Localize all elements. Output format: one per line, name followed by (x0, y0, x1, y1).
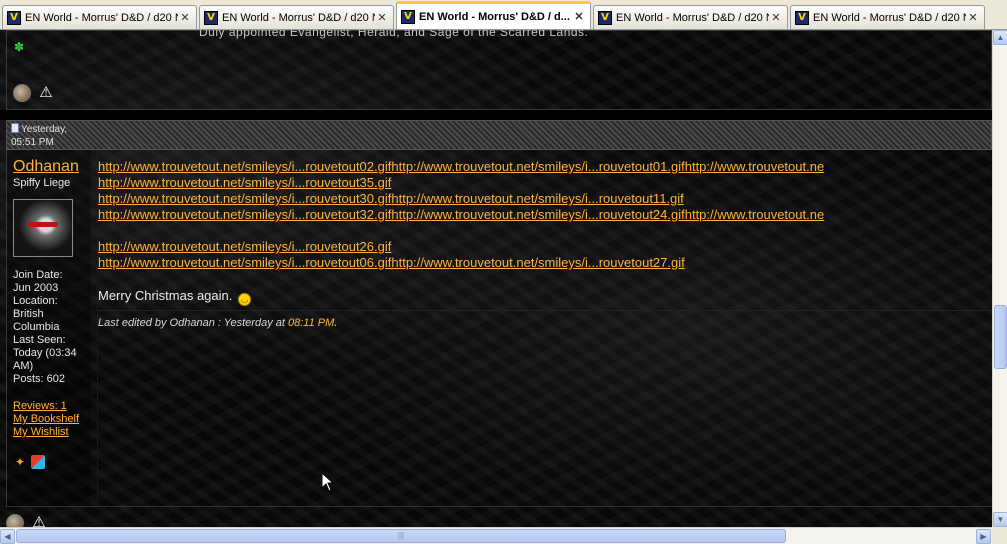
reputation-icon[interactable] (6, 514, 24, 527)
last-seen-label: Last Seen: (13, 334, 66, 346)
image-link[interactable]: http://www.trouvetout.net/smileys/i...ro… (98, 159, 824, 174)
previous-post-signature: Duly appointed Evangelist, Herald, and S… (199, 30, 589, 39)
image-link[interactable]: http://www.trouvetout.net/smileys/i...ro… (98, 207, 824, 222)
post-footer (6, 506, 992, 527)
scrollbar-corner (992, 527, 1007, 544)
user-avatar (13, 199, 73, 257)
user-title: Spiffy Liege (13, 177, 71, 189)
tab-label: EN World - Morrus' D&D / d20 Ne... (25, 11, 178, 24)
enworld-favicon-icon: V (7, 10, 21, 25)
user-stats: Join Date: Jun 2003 Location: British Co… (13, 269, 85, 386)
image-link[interactable]: http://www.trouvetout.net/smileys/i...ro… (98, 239, 391, 254)
enworld-favicon-icon: V (795, 10, 809, 25)
reputation-icon[interactable] (13, 84, 31, 102)
browser-tab-3[interactable]: V EN World - Morrus' D&D / d... ✕ (396, 1, 591, 29)
image-link[interactable]: http://www.trouvetout.net/smileys/i...ro… (98, 191, 684, 206)
scroll-left-icon[interactable]: ◀ (0, 529, 15, 544)
tab-label: EN World - Morrus' D&D / d20 Ne... (813, 11, 966, 24)
scroll-down-icon[interactable]: ▼ (993, 512, 1007, 527)
report-warning-icon[interactable]: ⚠ (30, 514, 48, 527)
message-links: http://www.trouvetout.net/smileys/i...ro… (98, 159, 992, 271)
tab-close-icon[interactable]: ✕ (572, 10, 586, 24)
location-value: British Columbia (13, 308, 60, 333)
browser-tab-2[interactable]: V EN World - Morrus' D&D / d20 Ne...✕ (199, 5, 394, 29)
scroll-up-icon[interactable]: ▲ (993, 30, 1007, 45)
image-link[interactable]: http://www.trouvetout.net/smileys/i...ro… (98, 175, 391, 190)
edited-divider (98, 310, 992, 311)
contact-icons: ✦ (13, 455, 91, 469)
user-info-panel: Odhanan Spiffy Liege Join Date: Jun 2003… (7, 150, 91, 506)
tab-label: EN World - Morrus' D&D / d20 Ne... (616, 11, 769, 24)
tab-label: EN World - Morrus' D&D / d20 Ne... (222, 11, 375, 24)
previous-post-icons: ⚠ (13, 84, 55, 102)
tab-close-icon[interactable]: ✕ (178, 11, 192, 25)
user-links: Reviews: 1 My Bookshelf My Wishlist (13, 400, 91, 439)
join-date-value: Jun 2003 (13, 282, 59, 294)
post-header: Yesterday, 05:51 PM (6, 120, 992, 150)
post-document-icon (11, 123, 19, 133)
message-text: Merry Christmas again. ◡ (98, 288, 251, 306)
username-link[interactable]: Odhanan (13, 158, 91, 176)
green-flower-icon: ✽ (14, 40, 25, 54)
browser-tab-1[interactable]: V EN World - Morrus' D&D / d20 Ne...✕ (2, 5, 197, 29)
bookshelf-link[interactable]: My Bookshelf (13, 413, 83, 426)
last-seen-value: Today (03:34 AM) (13, 347, 77, 372)
tab-bar: VEN World - Morrus' D&D / d20 Ne...✕VEN … (0, 0, 1007, 30)
enworld-favicon-icon: V (598, 10, 612, 25)
horizontal-scrollbar[interactable]: ◀ ||| ▶ (0, 527, 992, 544)
edited-note: Last edited by Odhanan : Yesterday at 08… (98, 317, 338, 329)
report-warning-icon[interactable]: ⚠ (37, 84, 55, 102)
post-count: Posts: 602 (13, 373, 65, 385)
browser-tab-4[interactable]: V EN World - Morrus' D&D / d20 Ne...✕ (593, 5, 788, 29)
tab-close-icon[interactable]: ✕ (375, 11, 389, 25)
vertical-scrollbar[interactable]: ▲ ▼ (992, 30, 1007, 527)
msn-icon[interactable] (31, 455, 45, 469)
reviews-link[interactable]: Reviews: 1 (13, 400, 83, 413)
page-content: Duly appointed Evangelist, Herald, and S… (0, 30, 992, 527)
post-separator (0, 110, 992, 120)
wishlist-link[interactable]: My Wishlist (13, 426, 83, 439)
join-date-label: Join Date: (13, 269, 63, 281)
scroll-right-icon[interactable]: ▶ (976, 529, 991, 544)
previous-post: Duly appointed Evangelist, Herald, and S… (6, 30, 992, 110)
post-footer-icons: ⚠ (6, 514, 48, 527)
location-label: Location: (13, 295, 58, 307)
post-body: Odhanan Spiffy Liege Join Date: Jun 2003… (6, 150, 992, 506)
browser-tab-5[interactable]: V EN World - Morrus' D&D / d20 Ne...✕ (790, 5, 985, 29)
tab-close-icon[interactable]: ✕ (966, 11, 980, 25)
enworld-favicon-icon: V (204, 10, 218, 25)
tab-close-icon[interactable]: ✕ (769, 11, 783, 25)
post-message: http://www.trouvetout.net/smileys/i...ro… (97, 150, 992, 506)
aim-icon[interactable]: ✦ (13, 455, 27, 469)
horizontal-scroll-thumb[interactable]: ||| (16, 529, 786, 543)
vertical-scroll-thumb[interactable] (994, 305, 1007, 369)
smiley-icon: ◡ (238, 293, 251, 306)
post-date: Yesterday, 05:51 PM (11, 123, 68, 148)
tab-label: EN World - Morrus' D&D / d... (419, 10, 570, 23)
image-link[interactable]: http://www.trouvetout.net/smileys/i...ro… (98, 255, 685, 270)
enworld-favicon-icon: V (401, 9, 415, 24)
